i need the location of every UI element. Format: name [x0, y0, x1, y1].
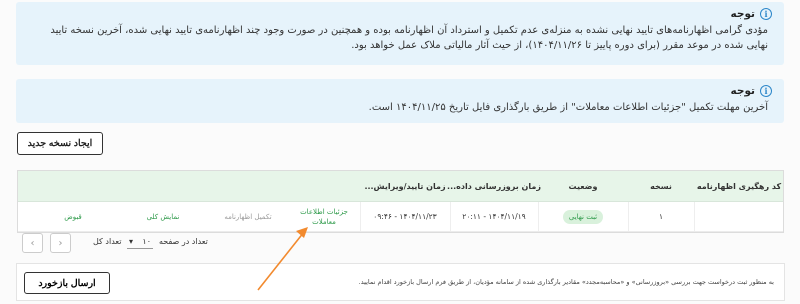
chevron-right-icon: ›: [58, 237, 63, 249]
header-tracking-code: کد رهگیری اظهارنامه: [696, 181, 782, 191]
cell-status: ثبت نهایی: [538, 202, 628, 231]
next-page-button[interactable]: ‹: [22, 233, 43, 253]
header-update-time: زمان بروزرسانی داده...: [447, 181, 541, 191]
page-size-value: ۱۰: [142, 237, 151, 246]
alert-body: مؤدی گرامی اظهارنامه‌های تایید نهایی نشد…: [50, 25, 768, 51]
table-pagination: ‹ › تعداد کل ▾ ۱۰ تعداد در صفحه: [17, 233, 317, 253]
chevron-down-icon: ▾: [129, 237, 134, 246]
new-version-button[interactable]: ایجاد نسخه جدید: [17, 132, 103, 155]
cell-tracking-code: [694, 202, 784, 231]
column-divider: [694, 202, 695, 231]
alert-title: توجه: [730, 8, 755, 20]
info-icon: i: [760, 85, 772, 97]
summary-view-link[interactable]: نمایش کلی: [147, 213, 180, 221]
declarations-table: کد رهگیری اظهارنامه نسخه وضعیت زمان بروز…: [17, 170, 784, 233]
notice-alert-deadline: i توجه آخرین مهلت تکمیل "جزئیات اطلاعات …: [16, 79, 784, 123]
alert-header: i توجه: [28, 79, 772, 97]
cell-summary-link: نمایش کلی: [118, 202, 208, 231]
feedback-panel: ارسال بازخورد به منظور ثبت درخواست جهت ب…: [16, 263, 785, 301]
header-version: نسخه: [650, 181, 672, 191]
page-size-label: تعداد در صفحه: [159, 237, 208, 246]
alert-header: i توجه: [28, 2, 772, 20]
alert-body: آخرین مهلت تکمیل "جزئیات اطلاعات معاملات…: [368, 102, 768, 113]
send-feedback-button[interactable]: ارسال بازخورد: [24, 272, 110, 294]
table-row: ۱ ثبت نهایی ۱۴۰۴/۱۱/۱۹ - ۲۰:۱۱ ۱۴۰۴/۱۱/۲…: [18, 202, 783, 232]
feedback-instruction-text: به منظور ثبت درخواست جهت بررسی «بروزرسان…: [358, 278, 774, 286]
alert-title: توجه: [730, 85, 755, 97]
cell-complete-link: تکمیل اظهارنامه: [208, 202, 288, 231]
page-size-select[interactable]: ▾ ۱۰: [127, 235, 153, 249]
cell-version: ۱: [658, 212, 664, 221]
column-divider: [628, 202, 629, 231]
info-icon: i: [760, 8, 772, 20]
status-badge: ثبت نهایی: [562, 209, 604, 224]
column-divider: [360, 202, 361, 231]
chevron-left-icon: ‹: [30, 237, 35, 249]
notice-alert-final-approval: i توجه مؤدی گرامی اظهارنامه‌های تایید نه…: [16, 2, 784, 65]
transaction-details-link[interactable]: جزئیات اطلاعات معاملات: [294, 207, 354, 227]
cell-details-link: جزئیات اطلاعات معاملات: [288, 202, 360, 231]
cell-update-time: ۱۴۰۴/۱۱/۱۹ - ۲۰:۱۱: [462, 212, 526, 221]
header-confirm-time: زمان تایید/ویرایش...: [364, 181, 446, 191]
cell-confirm-time: ۱۴۰۴/۱۱/۲۳ - ۰۹:۴۶: [373, 212, 437, 221]
receipts-link[interactable]: قبوض: [64, 213, 82, 221]
cell-receipts-link: قبوض: [28, 202, 118, 231]
complete-declaration-link[interactable]: تکمیل اظهارنامه: [224, 213, 271, 221]
total-count-label: تعداد کل: [93, 237, 122, 246]
prev-page-button[interactable]: ›: [50, 233, 71, 253]
table-header-row: کد رهگیری اظهارنامه نسخه وضعیت زمان بروز…: [18, 171, 783, 202]
column-divider: [538, 202, 539, 231]
column-divider: [450, 202, 451, 231]
header-status: وضعیت: [568, 181, 598, 191]
